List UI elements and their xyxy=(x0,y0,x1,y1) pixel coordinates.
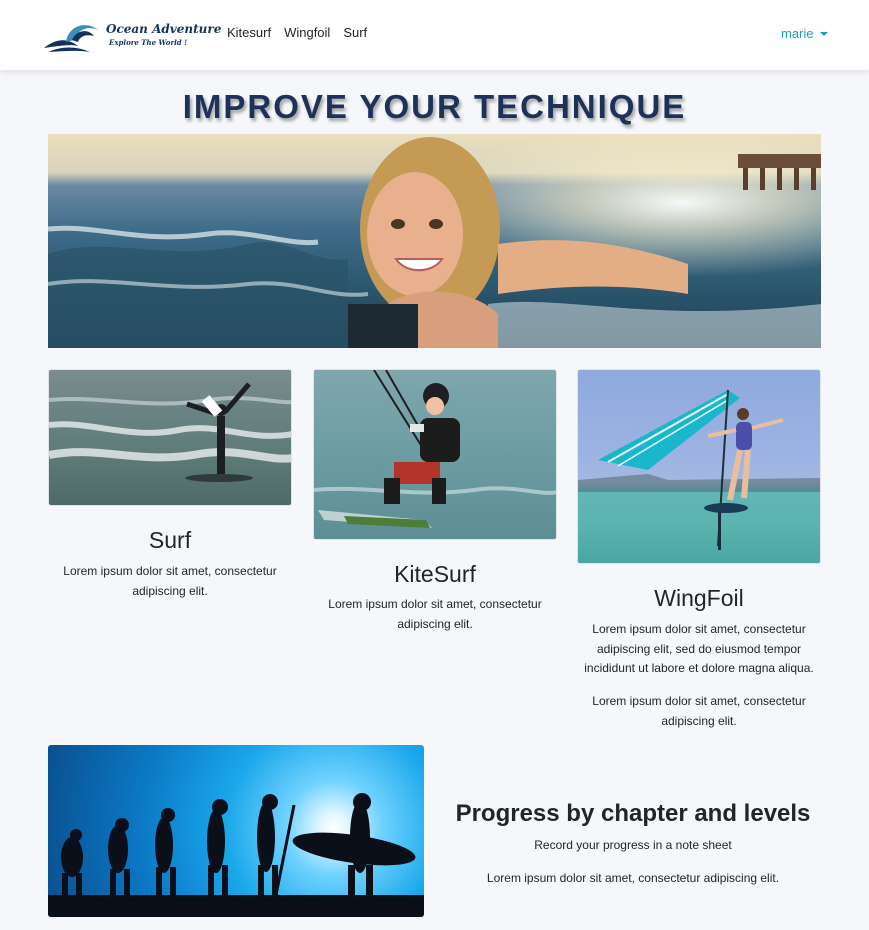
navbar: Ocean Adventure Explore The World ! Kite… xyxy=(0,0,869,70)
wingfoil-image xyxy=(577,369,821,564)
brand-name: Ocean Adventure xyxy=(106,22,222,36)
wave-logo-icon xyxy=(44,25,98,52)
evolution-image xyxy=(48,745,424,917)
card-title-wingfoil: WingFoil xyxy=(654,585,744,611)
kitesurf-image xyxy=(313,369,557,540)
user-menu-dropdown[interactable]: marie xyxy=(781,26,828,41)
hero-image xyxy=(48,134,821,348)
card-title-surf: Surf xyxy=(148,527,192,553)
user-name: marie xyxy=(781,26,814,41)
brand-logo[interactable]: Ocean Adventure Explore The World ! xyxy=(42,16,221,56)
nav-link-wingfoil[interactable]: Wingfoil xyxy=(284,25,330,40)
brand-tagline: Explore The World ! xyxy=(109,38,188,47)
caret-down-icon xyxy=(819,32,828,36)
card-text-surf: Lorem ipsum dolor sit amet, consectetur … xyxy=(63,564,277,598)
nav-link-surf[interactable]: Surf xyxy=(343,25,367,40)
nav-links: Kitesurf Wingfoil Surf xyxy=(227,25,367,40)
card-text-kitesurf: Lorem ipsum dolor sit amet, consectetur … xyxy=(328,597,542,631)
progress-text: Lorem ipsum dolor sit amet, consectetur … xyxy=(486,871,780,885)
surf-image xyxy=(48,369,292,506)
page-title: IMPROVE YOUR TECHNIQUE xyxy=(182,88,687,125)
hero-photo-swimmer xyxy=(48,134,821,348)
progress-title: Progress by chapter and levels xyxy=(455,800,811,827)
nav-link-kitesurf[interactable]: Kitesurf xyxy=(227,25,271,40)
card-title-kitesurf: KiteSurf xyxy=(394,561,476,587)
progress-subtitle: Record your progress in a note sheet xyxy=(534,838,732,852)
card-text-wingfoil-1: Lorem ipsum dolor sit amet, consectetur … xyxy=(584,622,814,675)
card-text-wingfoil-2: Lorem ipsum dolor sit amet, consectetur … xyxy=(592,694,806,728)
